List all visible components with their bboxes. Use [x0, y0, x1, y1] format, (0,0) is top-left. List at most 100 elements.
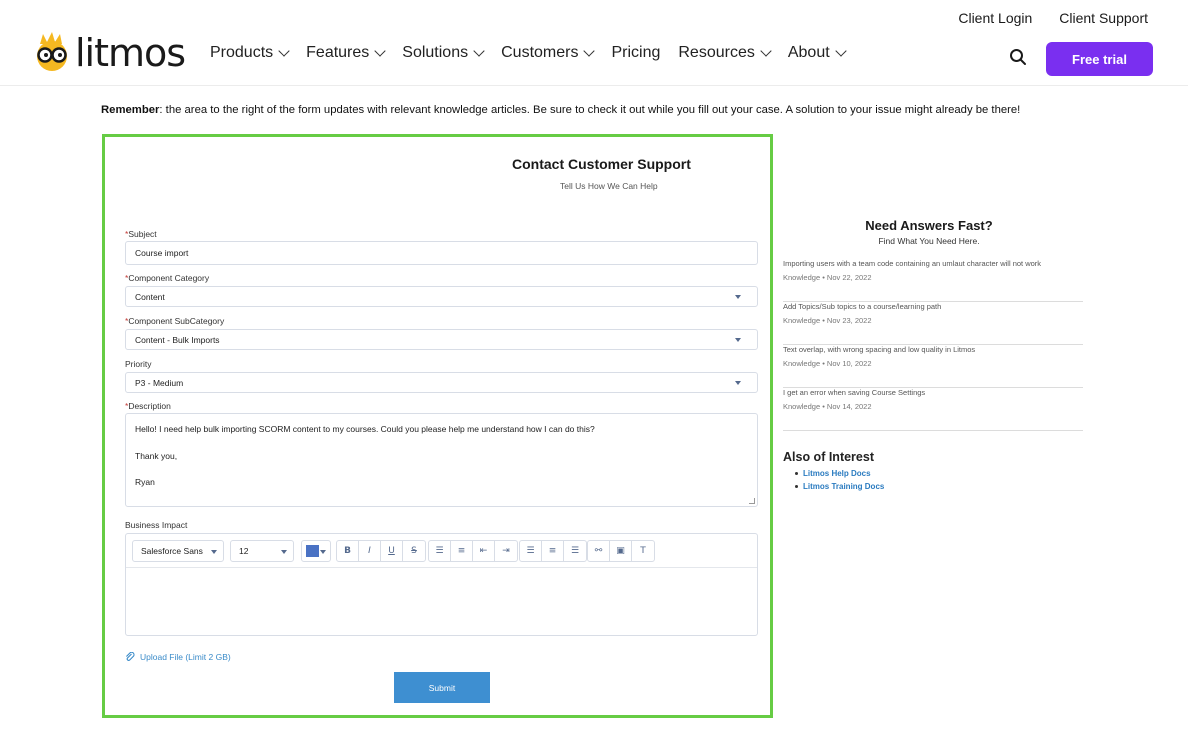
font-family-select[interactable]: Salesforce Sans	[132, 540, 224, 562]
also-of-interest-heading: Also of Interest	[783, 450, 874, 464]
align-left-icon[interactable]: ☰	[520, 541, 542, 561]
knowledge-sidebar: Need Answers Fast? Find What You Need He…	[783, 218, 1083, 493]
nav-products[interactable]: Products	[210, 44, 290, 62]
list-item[interactable]: Importing users with a team code contain…	[783, 259, 1083, 302]
nav-label: Pricing	[611, 44, 661, 61]
also-of-interest-list: Litmos Help Docs Litmos Training Docs	[783, 467, 1083, 493]
color-swatch	[306, 545, 319, 557]
caret-down-icon	[320, 550, 326, 554]
subject-label: *Subject	[125, 229, 157, 239]
nav-about[interactable]: About	[787, 44, 847, 62]
subcategory-select[interactable]: Content - Bulk Imports	[125, 329, 758, 350]
chevron-down-icon	[835, 45, 847, 57]
main-nav: Products Features Solutions Customers Pr…	[210, 44, 847, 62]
chevron-down-icon	[374, 45, 386, 57]
nav-label: About	[787, 44, 830, 61]
article-meta: Knowledge • Nov 10, 2022	[783, 359, 872, 368]
description-line: Ryan	[135, 477, 155, 488]
site-header: Client Login Client Support litmos Produ…	[0, 0, 1188, 86]
remember-text: : the area to the right of the form upda…	[159, 104, 1021, 116]
category-label: *Component Category	[125, 273, 210, 283]
logo-wordmark: litmos	[75, 31, 186, 75]
chevron-down-icon	[278, 45, 290, 57]
description-line: Hello! I need help bulk importing SCORM …	[135, 424, 595, 434]
nav-features[interactable]: Features	[306, 44, 386, 62]
image-icon[interactable]: ▣	[610, 541, 632, 561]
litmos-logo[interactable]: litmos	[33, 31, 186, 75]
clear-format-icon[interactable]: T	[632, 541, 654, 561]
nav-customers[interactable]: Customers	[501, 44, 596, 62]
nav-label: Features	[306, 44, 370, 61]
article-title[interactable]: Add Topics/Sub topics to a course/learni…	[783, 302, 1083, 311]
list-group: ☰ ≡ ⇤ ⇥	[428, 540, 518, 562]
format-group: B I U S	[336, 540, 426, 562]
caret-down-icon	[735, 294, 741, 299]
editor-toolbar: Salesforce Sans 12 B I U S ☰ ≡ ⇤ ⇥ ☰ ≡ ☰…	[126, 534, 757, 568]
sidebar-subtitle: Find What You Need Here.	[878, 236, 980, 246]
bullet-list-icon[interactable]: ☰	[429, 541, 451, 561]
list-item[interactable]: Add Topics/Sub topics to a course/learni…	[783, 302, 1083, 345]
strikethrough-icon[interactable]: S	[403, 541, 425, 561]
font-size-select[interactable]: 12	[230, 540, 294, 562]
article-meta: Knowledge • Nov 14, 2022	[783, 402, 872, 411]
article-title[interactable]: Importing users with a team code contain…	[783, 259, 1083, 268]
sidebar-title: Need Answers Fast?	[865, 218, 993, 233]
subcategory-label: *Component SubCategory	[125, 316, 225, 326]
numbered-list-icon[interactable]: ≡	[451, 541, 473, 561]
submit-button[interactable]: Submit	[394, 672, 490, 703]
caret-down-icon	[735, 380, 741, 385]
business-impact-label: Business Impact	[125, 520, 188, 530]
list-item[interactable]: Text overlap, with wrong spacing and low…	[783, 345, 1083, 388]
form-subtitle: Tell Us How We Can Help	[560, 181, 658, 191]
form-title: Contact Customer Support	[512, 156, 691, 172]
nav-pricing[interactable]: Pricing	[611, 44, 660, 62]
description-line: Thank you,	[135, 450, 178, 461]
indent-icon[interactable]: ⇥	[495, 541, 517, 561]
link-icon[interactable]: ⚯	[588, 541, 610, 561]
nav-label: Solutions	[402, 44, 469, 61]
logo-mascot-icon	[37, 32, 67, 71]
top-links: Client Login Client Support	[958, 10, 1148, 26]
article-title[interactable]: I get an error when saving Course Settin…	[783, 388, 1083, 397]
upload-label: Upload File (Limit 2 GB)	[140, 652, 231, 662]
priority-select[interactable]: P3 - Medium	[125, 372, 758, 393]
nav-label: Products	[210, 44, 274, 61]
resize-handle-icon[interactable]	[749, 498, 755, 504]
paperclip-icon	[126, 652, 135, 661]
align-group: ☰ ≡ ☰	[519, 540, 587, 562]
help-docs-link[interactable]: Litmos Help Docs	[795, 467, 1083, 480]
client-support-link[interactable]: Client Support	[1059, 10, 1148, 26]
insert-group: ⚯ ▣ T	[587, 540, 655, 562]
search-icon[interactable]	[1009, 48, 1027, 66]
category-select[interactable]: Content	[125, 286, 758, 307]
italic-icon[interactable]: I	[359, 541, 381, 561]
article-title[interactable]: Text overlap, with wrong spacing and low…	[783, 345, 1083, 354]
bold-icon[interactable]: B	[337, 541, 359, 561]
text-color-picker[interactable]	[301, 540, 331, 562]
nav-solutions[interactable]: Solutions	[402, 44, 485, 62]
article-list: Importing users with a team code contain…	[783, 259, 1083, 431]
outdent-icon[interactable]: ⇤	[473, 541, 495, 561]
description-label: *Description	[125, 401, 171, 411]
free-trial-button[interactable]: Free trial	[1046, 42, 1153, 76]
subject-input[interactable]: Course import	[125, 241, 758, 265]
chevron-down-icon	[583, 45, 596, 57]
description-textarea[interactable]: Hello! I need help bulk importing SCORM …	[125, 413, 758, 507]
caret-down-icon	[281, 550, 287, 554]
priority-label: Priority	[125, 359, 152, 369]
chevron-down-icon	[473, 45, 485, 57]
client-login-link[interactable]: Client Login	[958, 10, 1032, 26]
training-docs-link[interactable]: Litmos Training Docs	[795, 480, 1083, 493]
business-impact-editor[interactable]: Salesforce Sans 12 B I U S ☰ ≡ ⇤ ⇥ ☰ ≡ ☰…	[125, 533, 758, 636]
upload-file-link[interactable]: Upload File (Limit 2 GB)	[125, 652, 231, 662]
nav-resources[interactable]: Resources	[678, 44, 772, 62]
align-center-icon[interactable]: ≡	[542, 541, 564, 561]
article-meta: Knowledge • Nov 22, 2022	[783, 273, 872, 282]
nav-label: Resources	[678, 44, 755, 61]
align-right-icon[interactable]: ☰	[564, 541, 586, 561]
list-item[interactable]: I get an error when saving Course Settin…	[783, 388, 1083, 431]
article-meta: Knowledge • Nov 23, 2022	[783, 316, 872, 325]
nav-label: Customers	[501, 44, 579, 61]
chevron-down-icon	[760, 45, 772, 57]
underline-icon[interactable]: U	[381, 541, 403, 561]
